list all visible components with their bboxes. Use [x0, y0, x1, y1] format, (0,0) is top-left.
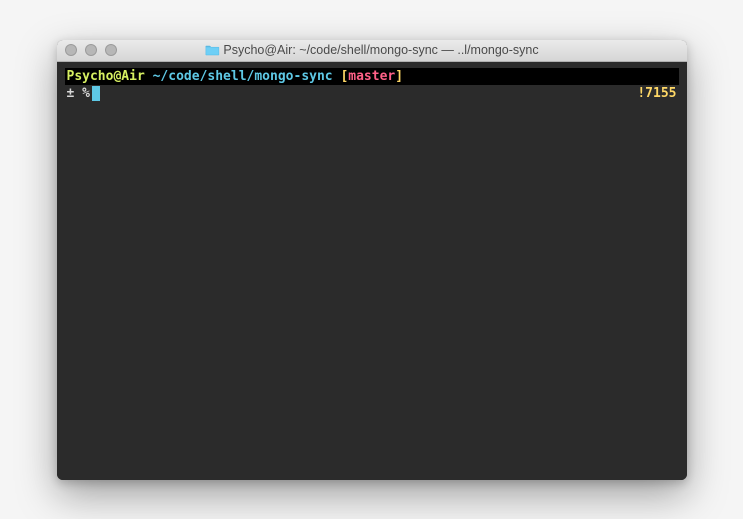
close-button[interactable]	[65, 44, 77, 56]
folder-icon	[204, 44, 219, 56]
cursor	[92, 86, 100, 101]
prompt-at: @	[113, 68, 121, 86]
prompt-plusminus: ±	[67, 85, 75, 103]
prompt-percent: %	[82, 85, 90, 103]
git-branch: master	[348, 68, 395, 86]
zoom-button[interactable]	[105, 44, 117, 56]
titlebar[interactable]: Psycho@Air: ~/code/shell/mongo-sync — ..…	[57, 40, 687, 62]
window-title-text: Psycho@Air: ~/code/shell/mongo-sync — ..…	[223, 43, 538, 57]
prompt-symbols: ± %	[67, 85, 100, 103]
window-title: Psycho@Air: ~/code/shell/mongo-sync — ..…	[204, 43, 538, 57]
prompt-path: ~/code/shell/mongo-sync	[153, 68, 333, 86]
prompt-host: Air	[121, 68, 144, 86]
minimize-button[interactable]	[85, 44, 97, 56]
branch-bracket-open: [	[340, 68, 348, 86]
prompt-line-2: ± % !7155	[65, 85, 679, 103]
terminal-window: Psycho@Air: ~/code/shell/mongo-sync — ..…	[57, 40, 687, 480]
prompt-user: Psycho	[67, 68, 114, 86]
branch-bracket-close: ]	[395, 68, 403, 86]
traffic-lights	[65, 44, 117, 56]
terminal-body[interactable]: Psycho@Air ~/code/shell/mongo-sync [mast…	[57, 62, 687, 480]
prompt-line-1: Psycho@Air ~/code/shell/mongo-sync [mast…	[65, 68, 679, 86]
history-number: !7155	[637, 85, 676, 103]
